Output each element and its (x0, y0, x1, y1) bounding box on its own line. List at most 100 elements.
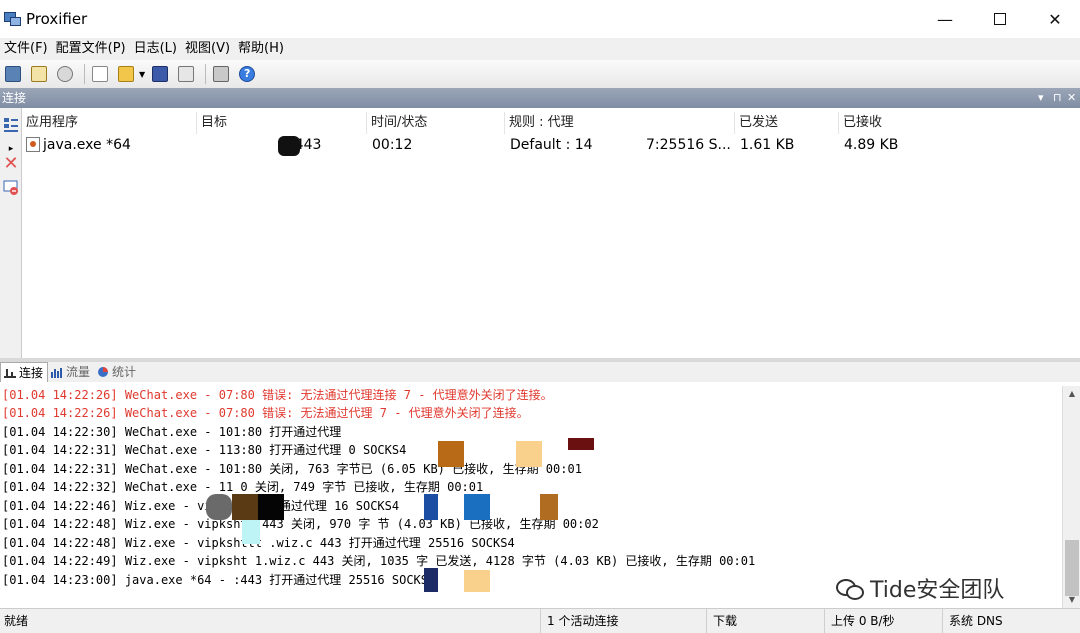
table-header: 应用程序 目标 时间/状态 规则 : 代理 已发送 已接收 (22, 112, 1080, 134)
new-profile-button[interactable] (89, 63, 111, 85)
menu-profile[interactable]: 配置文件(P) (52, 38, 130, 60)
col-rule-proxy[interactable]: 规则 : 代理 (504, 112, 734, 134)
scroll-up-icon[interactable]: ▲ (1063, 386, 1080, 402)
rules-icon (31, 66, 47, 82)
red-x-icon: ✕ (3, 152, 19, 174)
toolbar-separator (84, 64, 85, 84)
log-line: [01.04 14:22:31] WeChat.exe - 101:80 关闭,… (2, 462, 582, 476)
proxy-servers-icon (5, 66, 21, 82)
log-line: [01.04 14:22:49] Wiz.exe - vipksht 1.wiz… (2, 554, 756, 568)
java-icon (26, 137, 40, 152)
redacted-block (464, 570, 490, 592)
rules-button[interactable] (28, 63, 50, 85)
col-sent[interactable]: 已发送 (734, 112, 838, 134)
redacted-block (232, 494, 258, 520)
maximize-button[interactable] (973, 0, 1027, 38)
cell-application: java.exe *64 (22, 134, 196, 156)
tab-statistics[interactable]: 统计 (94, 362, 140, 382)
help-icon: ? (239, 66, 256, 82)
menu-help[interactable]: 帮助(H) (234, 38, 288, 60)
status-ready: 就绪 (4, 614, 29, 628)
status-download: 下载 (706, 609, 824, 633)
tab-traffic[interactable]: 流量 (48, 362, 94, 382)
traffic-chart-icon (51, 368, 63, 378)
toolbar: ▼ ? (0, 60, 1080, 88)
minimize-icon: — (937, 9, 953, 29)
scroll-down-icon[interactable]: ▼ (1063, 592, 1080, 608)
log-scrollbar[interactable]: ▲ ▼ (1062, 386, 1080, 608)
bottom-tabs: 连接 流量 统计 (0, 362, 1080, 382)
col-target[interactable]: 目标 (196, 112, 366, 134)
title-bar: Proxifier — ✕ (0, 0, 1080, 38)
pane-close-icon[interactable]: ✕ (1067, 88, 1076, 108)
advanced-settings-icon (178, 66, 195, 82)
redacted-block (242, 520, 260, 544)
connection-side-toolbar: ▸ ✕ (0, 108, 22, 358)
log-line: [01.04 14:22:46] Wiz.exe - vip 443 打开通过代… (2, 499, 400, 513)
menu-view[interactable]: 视图(V) (181, 38, 234, 60)
advanced-settings-button[interactable] (175, 63, 197, 85)
redacted-block (438, 441, 464, 467)
log-line: [01.04 14:22:31] WeChat.exe - 113:80 打开通… (2, 443, 407, 457)
kill-connection-button[interactable] (2, 178, 20, 196)
redacted-block (258, 494, 284, 520)
redacted-block (568, 438, 594, 450)
log-line: [01.04 14:22:26] WeChat.exe - 07:80 错误: … (2, 406, 529, 420)
expand-all-button[interactable] (2, 116, 20, 134)
status-active-connections: 1 个活动连接 (540, 609, 706, 633)
pie-chart-icon (98, 367, 109, 377)
log-line: [01.04 14:22:30] WeChat.exe - 101:80 打开通… (2, 425, 342, 439)
redacted-block (278, 136, 300, 156)
redacted-block (540, 494, 558, 520)
open-profile-dropdown-icon[interactable]: ▼ (139, 70, 145, 79)
status-dns: 系统 DNS (942, 609, 1080, 633)
window-stop-icon (3, 180, 18, 195)
status-upload: 上传 0 B/秒 (824, 609, 942, 633)
open-profile-button[interactable] (115, 63, 137, 85)
minimize-button[interactable]: — (918, 0, 972, 38)
name-resolution-button[interactable] (54, 63, 76, 85)
scroll-thumb[interactable] (1065, 540, 1079, 596)
connections-tab-icon (4, 368, 16, 378)
name-resolution-icon (57, 66, 73, 82)
save-profile-button[interactable] (149, 63, 171, 85)
cell-time: 00:12 (372, 137, 413, 153)
col-time-status[interactable]: 时间/状态 (366, 112, 504, 134)
save-icon (152, 66, 169, 82)
redacted-block (424, 494, 438, 520)
proxy-servers-button[interactable] (2, 63, 24, 85)
open-profile-icon (118, 66, 134, 82)
maximize-icon (994, 13, 1006, 25)
pane-menu-icon[interactable]: ▾ (1038, 88, 1044, 108)
col-application[interactable]: 应用程序 (22, 112, 196, 134)
proxifier-app-icon (4, 10, 22, 28)
menu-bar: 文件(F) 配置文件(P) 日志(L) 视图(V) 帮助(H) (0, 38, 1080, 60)
cell-sent: 1.61 KB (740, 137, 795, 153)
log-line: [01.04 14:22:26] WeChat.exe - 07:80 错误: … (2, 388, 553, 402)
new-profile-icon (92, 66, 108, 82)
menu-log[interactable]: 日志(L) (130, 38, 181, 60)
tab-connections[interactable]: 连接 (0, 362, 49, 382)
print-button[interactable] (210, 63, 232, 85)
connections-table: 应用程序 目标 时间/状态 规则 : 代理 已发送 已接收 java.exe *… (22, 108, 1080, 358)
redacted-block (464, 494, 490, 520)
window-title: Proxifier (26, 10, 88, 28)
cell-received: 4.89 KB (844, 137, 899, 153)
list-view-icon (4, 118, 18, 132)
print-icon (213, 66, 230, 82)
wechat-logo-icon (836, 577, 864, 600)
pane-pin-icon[interactable]: ⊓ (1053, 88, 1062, 108)
log-line: [01.04 14:22:48] Wiz.exe - vipkshtt 443 … (2, 517, 599, 531)
col-received[interactable]: 已接收 (838, 112, 958, 134)
table-row[interactable]: java.exe *64 :443 00:12 Default : 14 7:2… (22, 134, 1080, 156)
close-icon: ✕ (1048, 9, 1062, 29)
status-bar: 就绪 1 个活动连接 下载 上传 0 B/秒 系统 DNS (0, 608, 1080, 633)
redacted-block (206, 494, 232, 520)
redacted-block (424, 568, 438, 592)
close-window-button[interactable]: ✕ (1028, 0, 1080, 38)
log-line: [01.04 14:23:00] java.exe *64 - :443 打开通… (2, 573, 436, 587)
close-connection-button[interactable]: ✕ (2, 152, 20, 174)
menu-file[interactable]: 文件(F) (0, 38, 52, 60)
cell-rule-tail: 7:25516 S... (646, 137, 731, 153)
help-button[interactable]: ? (236, 63, 258, 85)
